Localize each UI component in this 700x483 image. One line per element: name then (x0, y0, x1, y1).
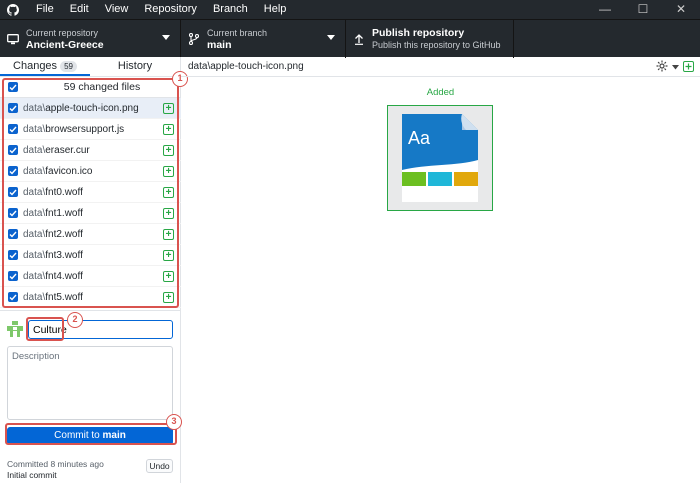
undo-button[interactable]: Undo (146, 459, 173, 473)
diff-status-label: Added (426, 87, 455, 98)
current-branch-button[interactable]: Current branch main (181, 20, 346, 58)
diff-tools (656, 60, 694, 75)
tab-history-label: History (117, 60, 153, 72)
publish-repository-title: Publish repository (372, 27, 465, 39)
current-branch-label: Current branch (207, 28, 268, 38)
menu-file[interactable]: File (28, 0, 62, 19)
current-repository-label: Current repository (26, 28, 99, 38)
menu-help[interactable]: Help (256, 0, 295, 19)
maximize-button[interactable]: ☐ (624, 0, 662, 19)
annotation-badge-3: 3 (166, 414, 182, 430)
last-commit-time: Committed 8 minutes ago (7, 459, 104, 469)
title-bar: File Edit View Repository Branch Help — … (0, 0, 700, 19)
window-controls: — ☐ ✕ (586, 0, 700, 19)
tab-changes[interactable]: Changes 59 (0, 57, 90, 76)
gear-icon[interactable] (656, 60, 668, 75)
changes-count-badge: 59 (60, 60, 77, 72)
avatar (7, 321, 23, 337)
annotation-badge-2: 2 (67, 312, 83, 328)
current-branch-name: main (207, 39, 232, 51)
last-commit-info: Committed 8 minutes ago Initial commit (7, 459, 104, 481)
last-commit-summary: Initial commit (7, 470, 57, 480)
preview-aa-text: Aa (408, 128, 431, 148)
monitor-icon (0, 33, 26, 45)
tab-changes-label: Changes (13, 60, 58, 72)
highlight-box-commit (5, 423, 177, 445)
chevron-down-icon (327, 35, 335, 40)
chevron-down-icon[interactable] (672, 62, 679, 73)
github-logo-icon (4, 0, 22, 19)
image-preview: Aa (387, 105, 493, 211)
chevron-down-icon (162, 35, 170, 40)
minimize-button[interactable]: — (586, 0, 624, 19)
diff-file-path: data\apple-touch-icon.png (188, 61, 304, 72)
menu-edit[interactable]: Edit (62, 0, 97, 19)
highlight-box-summary (26, 317, 64, 341)
current-repository-button[interactable]: Current repository Ancient-Greece (0, 20, 181, 58)
sidebar-tabs: Changes 59 History (0, 57, 180, 77)
diff-panel: data\apple-touch-icon.png Added Aa (181, 57, 700, 483)
close-button[interactable]: ✕ (662, 0, 700, 19)
changes-sidebar: Changes 59 History 59 changed files data\… (0, 57, 188, 483)
publish-repository-button[interactable]: Publish repository Publish this reposito… (346, 20, 514, 58)
menu-view[interactable]: View (97, 0, 137, 19)
highlight-box-files (2, 78, 179, 308)
branch-icon (181, 33, 207, 45)
tab-history[interactable]: History (90, 57, 180, 76)
file-path-header: data\apple-touch-icon.png (181, 57, 700, 77)
menu-repository[interactable]: Repository (136, 0, 205, 19)
file-added-icon (683, 60, 694, 75)
upload-icon (346, 33, 372, 45)
menu-branch[interactable]: Branch (205, 0, 256, 19)
toolbar: Current repository Ancient-Greece Curren… (0, 19, 700, 58)
menu-bar: File Edit View Repository Branch Help (28, 0, 294, 19)
publish-repository-subtitle: Publish this repository to GitHub (372, 40, 501, 50)
current-repository-name: Ancient-Greece (26, 39, 104, 51)
commit-description-input[interactable]: Description (7, 346, 173, 420)
